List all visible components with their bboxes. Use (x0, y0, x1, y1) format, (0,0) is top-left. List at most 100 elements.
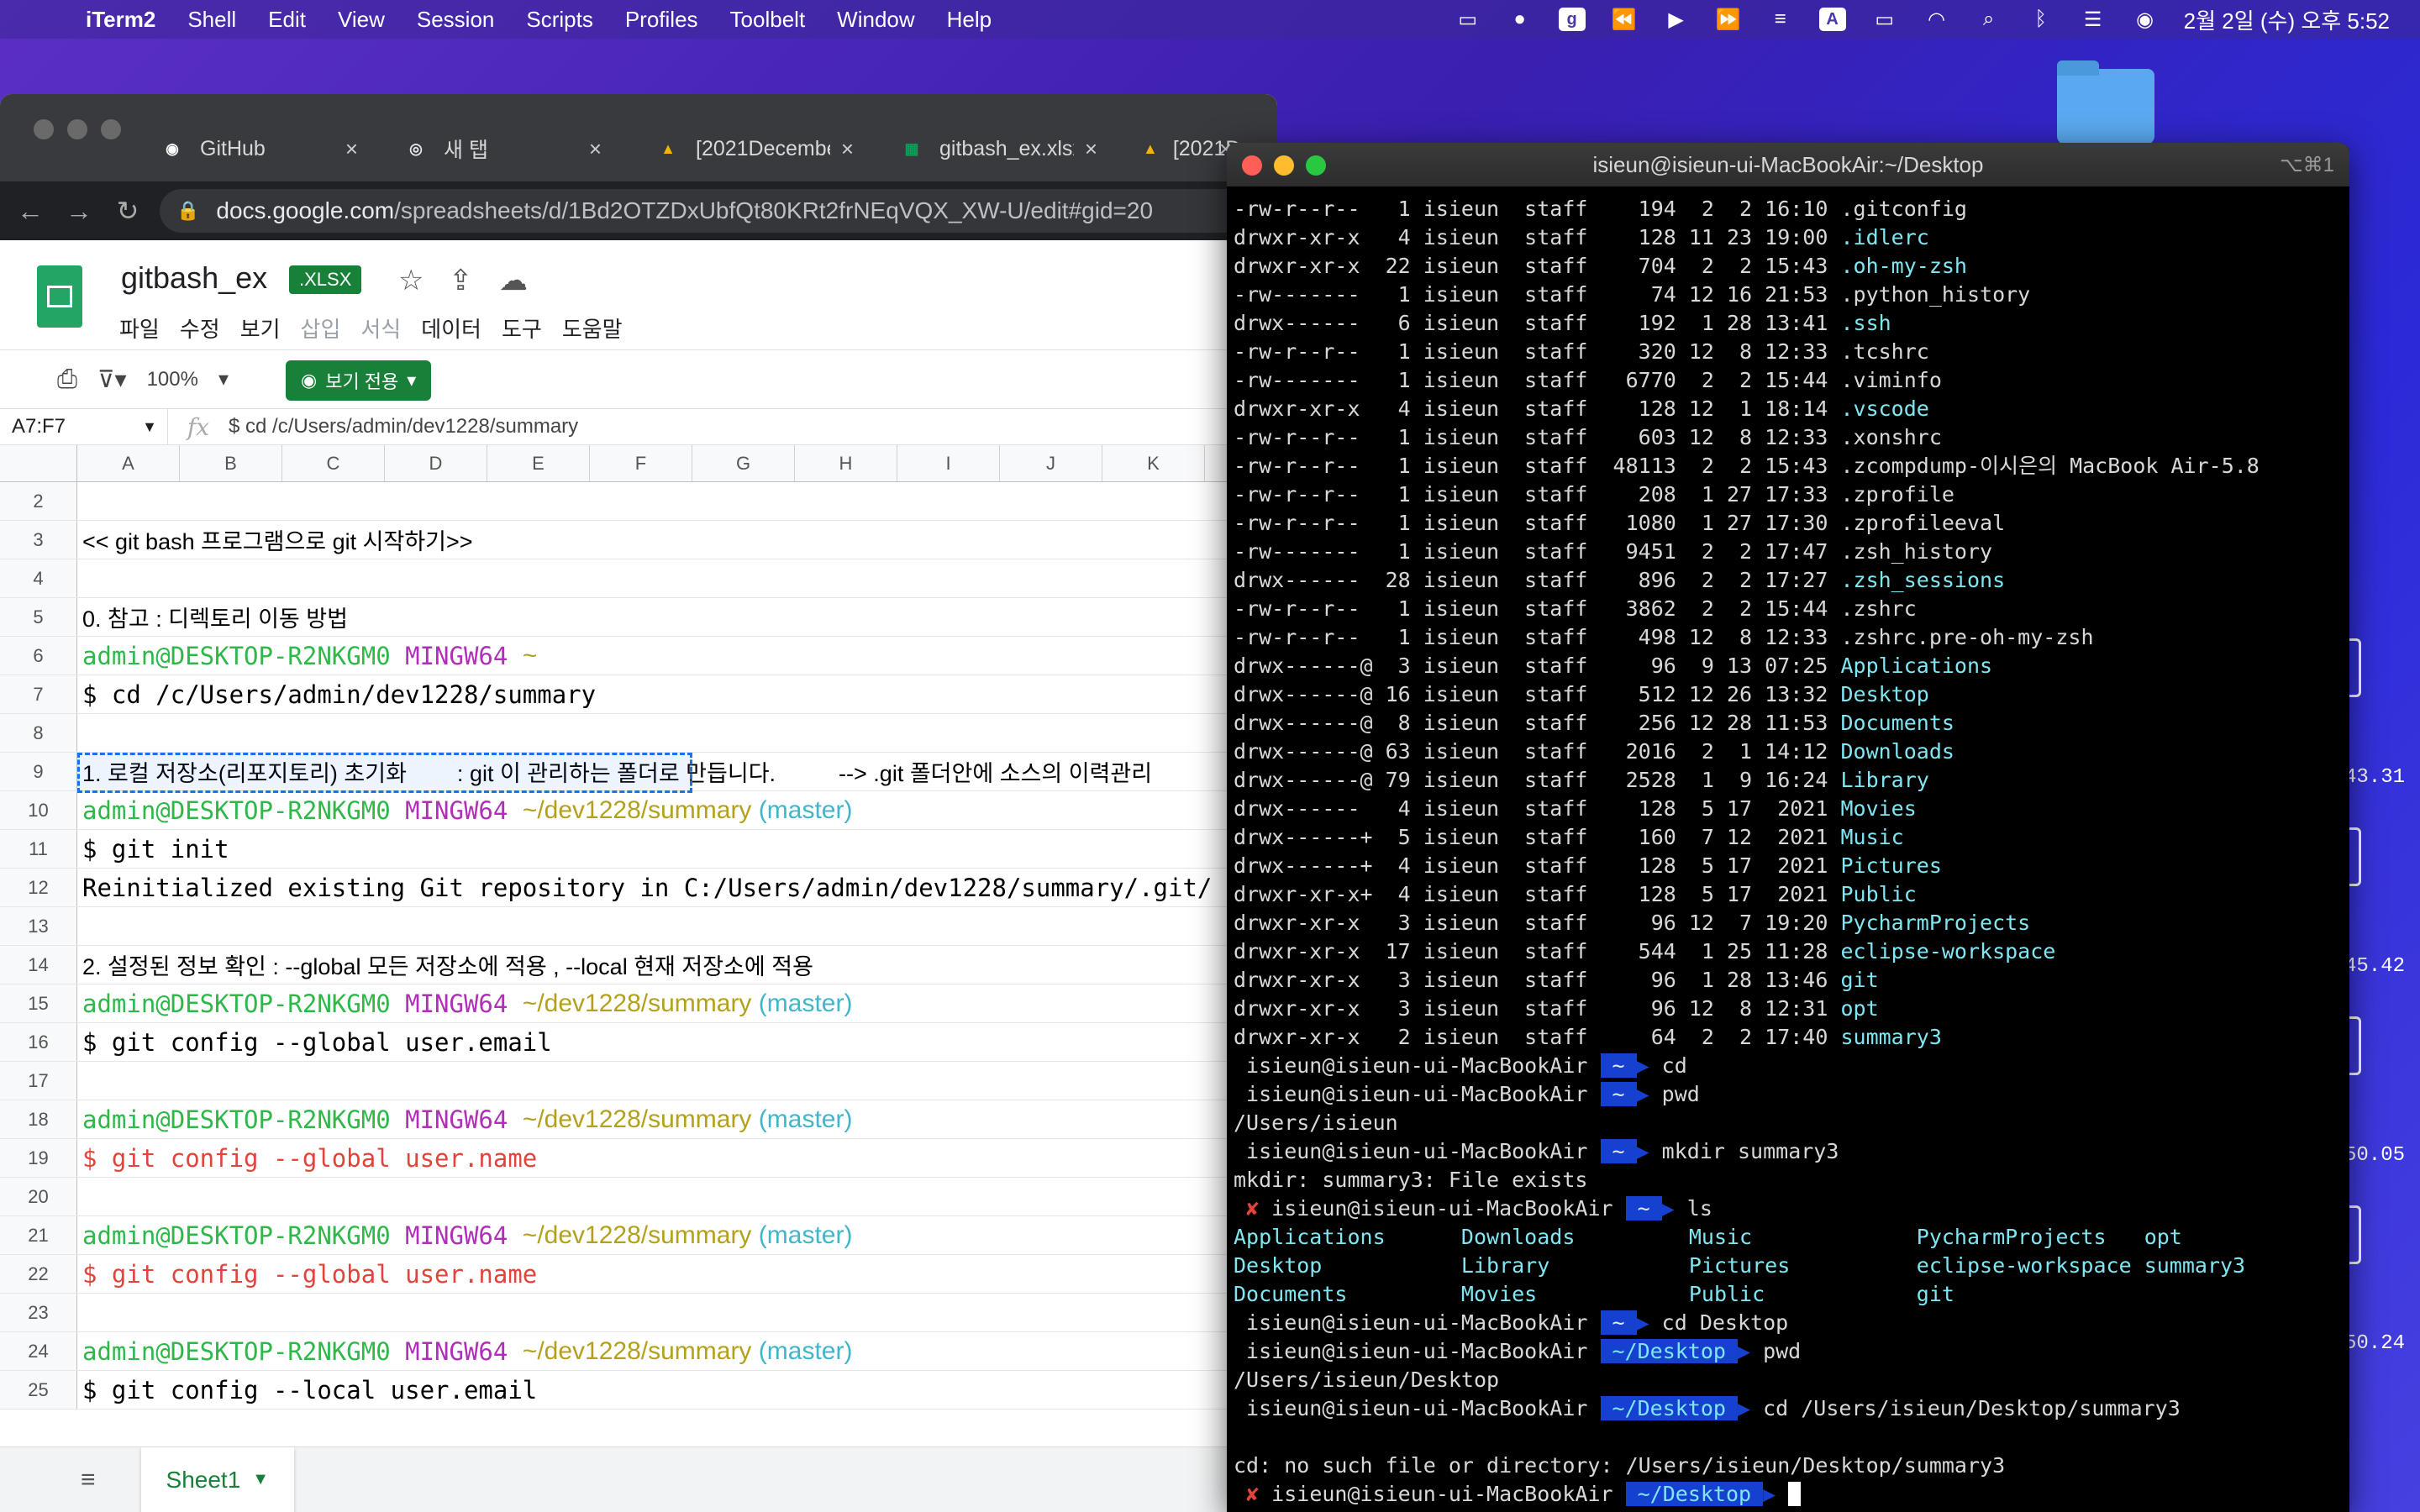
menu-item[interactable]: Shell (187, 7, 236, 33)
menu-item[interactable]: Edit (268, 7, 306, 33)
row-number[interactable]: 9 (0, 753, 77, 790)
zoom-dropdown-icon[interactable]: ▾ (218, 367, 229, 391)
forward-icon[interactable]: ⏩ (1715, 8, 1742, 31)
row-number[interactable]: 6 (0, 637, 77, 675)
cell[interactable]: admin@DESKTOP-R2NKGM0 MINGW64 ~/dev1228/… (77, 984, 1277, 1022)
menu-item[interactable]: Window (837, 7, 914, 33)
document-title[interactable]: gitbash_ex (121, 260, 267, 296)
select-all-corner[interactable] (0, 445, 77, 481)
menu-item[interactable]: Toolbelt (730, 7, 806, 33)
column-header[interactable]: I (897, 445, 1000, 481)
menu-item[interactable]: Session (417, 7, 495, 33)
menu-app-name[interactable]: iTerm2 (86, 7, 155, 33)
cell[interactable] (77, 1294, 1277, 1331)
window-close-button[interactable] (34, 119, 54, 139)
row-number[interactable]: 7 (0, 675, 77, 713)
column-header[interactable]: C (282, 445, 385, 481)
cell[interactable]: admin@DESKTOP-R2NKGM0 MINGW64 ~/dev1228/… (77, 1216, 1277, 1254)
row-number[interactable]: 8 (0, 714, 77, 752)
row-number[interactable]: 2 (0, 482, 77, 520)
column-header[interactable]: H (795, 445, 897, 481)
row-number[interactable]: 5 (0, 598, 77, 636)
row-number[interactable]: 11 (0, 830, 77, 868)
siri-icon[interactable]: ◉ (2132, 8, 2159, 31)
close-icon[interactable]: × (589, 136, 602, 162)
url-field[interactable]: 🔒 docs.google.com /spreadsheets/d/1Bd2OT… (160, 189, 1277, 233)
menu-item[interactable]: Help (947, 7, 992, 33)
cell[interactable] (77, 1062, 1277, 1100)
row-number[interactable]: 24 (0, 1332, 77, 1370)
cell[interactable] (77, 482, 1277, 520)
terminal-output[interactable]: -rw-r--r-- 1 isieun staff 194 2 2 16:10 … (1227, 186, 2349, 1512)
window-zoom-button[interactable] (1306, 155, 1326, 176)
menu-item[interactable]: Scripts (526, 7, 592, 33)
cell[interactable]: admin@DESKTOP-R2NKGM0 MINGW64 ~/dev1228/… (77, 791, 1277, 829)
row-number[interactable]: 22 (0, 1255, 77, 1293)
column-header[interactable]: J (1000, 445, 1102, 481)
list-icon[interactable]: ≡ (1767, 8, 1794, 31)
cell[interactable]: << git bash 프로그램으로 git 시작하기>> (77, 521, 1277, 559)
column-header[interactable]: K (1102, 445, 1205, 481)
cell[interactable]: Reinitialized existing Git repository in… (77, 869, 1277, 906)
row-number[interactable]: 21 (0, 1216, 77, 1254)
input-source-icon[interactable]: A (1818, 8, 1846, 31)
browser-tab[interactable]: ◎ 새 탭 × (387, 121, 613, 176)
row-number[interactable]: 25 (0, 1371, 77, 1409)
cell[interactable]: admin@DESKTOP-R2NKGM0 MINGW64 ~ (77, 637, 1277, 675)
browser-tab[interactable]: ◉ GitHub × (143, 121, 370, 176)
sheets-menu-item[interactable]: 도구 (502, 312, 542, 344)
cell[interactable]: admin@DESKTOP-R2NKGM0 MINGW64 ~/dev1228/… (77, 1332, 1277, 1370)
sheets-logo-icon[interactable] (37, 265, 82, 328)
column-header[interactable]: A (77, 445, 180, 481)
sheets-menu-item[interactable]: 파일 (119, 312, 160, 344)
sheets-menu-item[interactable]: 보기 (240, 312, 281, 344)
back-icon[interactable]: ← (12, 196, 49, 227)
column-header[interactable]: G (692, 445, 795, 481)
desktop-folder-icon[interactable] (2057, 60, 2154, 144)
control-center-icon[interactable]: ☰ (2080, 8, 2107, 31)
row-number[interactable]: 14 (0, 946, 77, 984)
row-number[interactable]: 23 (0, 1294, 77, 1331)
window-minimize-button[interactable] (67, 119, 87, 139)
row-number[interactable]: 10 (0, 791, 77, 829)
forward-icon[interactable]: → (60, 196, 97, 227)
cell[interactable]: $ git init (77, 830, 1277, 868)
row-number[interactable]: 3 (0, 521, 77, 559)
cell[interactable]: $ git config --global user.name (77, 1139, 1277, 1177)
column-header[interactable]: B (180, 445, 282, 481)
window-minimize-button[interactable] (1274, 155, 1294, 176)
grammarly-icon[interactable]: g (1558, 8, 1586, 31)
move-folder-icon[interactable]: ⇪ (449, 264, 473, 297)
close-icon[interactable]: × (345, 136, 358, 162)
view-only-button[interactable]: ◉ 보기 전용 ▾ (286, 360, 432, 401)
cell[interactable] (77, 714, 1277, 752)
column-header[interactable]: F (590, 445, 692, 481)
menu-item[interactable]: Profiles (625, 7, 698, 33)
row-number[interactable]: 13 (0, 907, 77, 945)
formula-input[interactable]: $ cd /c/Users/admin/dev1228/summary (229, 415, 578, 438)
row-number[interactable]: 15 (0, 984, 77, 1022)
search-icon[interactable]: ⌕ (1975, 8, 2002, 31)
sheets-menu-item[interactable]: 데이터 (421, 312, 481, 344)
cloud-status-icon[interactable]: ☁ (499, 264, 528, 297)
cell[interactable] (77, 907, 1277, 945)
reload-icon[interactable]: ↻ (109, 195, 146, 227)
close-icon[interactable]: × (1085, 136, 1097, 162)
cell[interactable]: $ git config --local user.email (77, 1371, 1277, 1409)
column-header[interactable]: E (487, 445, 590, 481)
row-number[interactable]: 20 (0, 1178, 77, 1215)
cell[interactable]: $ git config --global user.email (77, 1023, 1277, 1061)
cell[interactable]: admin@DESKTOP-R2NKGM0 MINGW64 ~/dev1228/… (77, 1100, 1277, 1138)
row-number[interactable]: 17 (0, 1062, 77, 1100)
row-number[interactable]: 16 (0, 1023, 77, 1061)
play-icon[interactable]: ▶ (1663, 8, 1690, 31)
screen-share-icon[interactable]: ▭ (1455, 8, 1481, 31)
cell[interactable]: 0. 참고 : 디렉토리 이동 방법 (77, 598, 1277, 636)
wifi-icon[interactable]: ◠ (1923, 8, 1950, 31)
menu-item[interactable]: View (338, 7, 385, 33)
print-icon[interactable]: ⎙ (57, 365, 77, 394)
row-number[interactable]: 19 (0, 1139, 77, 1177)
sheet-tab[interactable]: Sheet1 ▼ (140, 1446, 295, 1512)
rewind-icon[interactable]: ⏪ (1611, 8, 1638, 31)
column-header[interactable]: D (385, 445, 487, 481)
